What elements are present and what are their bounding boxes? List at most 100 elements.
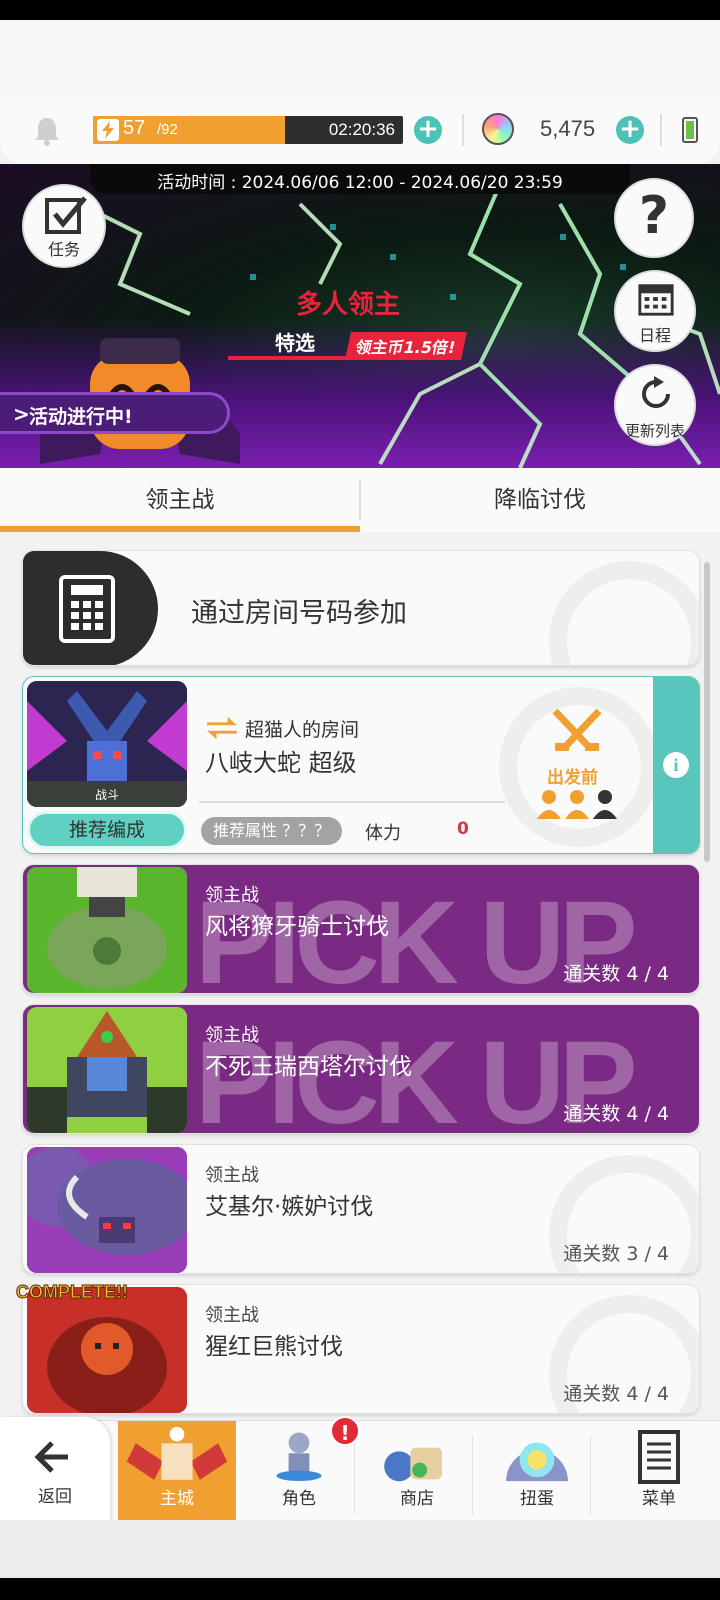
divider [660,114,662,146]
raid-name: 艾基尔·嫉妒讨伐 [205,1194,374,1220]
refresh-icon [642,376,670,408]
raid-thumbnail [27,1287,187,1413]
tab-descent-raid[interactable]: 降临讨伐 [360,468,720,532]
raid-thumbnail [27,1147,187,1273]
recommended-attribute: 推荐属性 ？？？ [201,817,343,845]
event-status-pill[interactable]: > 活动进行中! [0,392,230,434]
raid-thumbnail [27,1007,187,1133]
castle-icon [126,1426,228,1480]
character-icon [276,1432,322,1481]
frog-knight-art [27,867,187,993]
nav-shop[interactable]: 商店 [358,1421,476,1521]
player-slot-icon [593,790,617,819]
crimson-bear-art [27,1287,187,1413]
add-stamina-button[interactable]: + [414,116,442,144]
player-slot-icon [565,790,589,819]
stamina-fill [93,116,286,144]
tasks-button[interactable]: 任务 [22,184,106,268]
emblem-watermark [549,561,699,665]
raid-card[interactable]: 领主战 猩红巨熊讨伐 通关数 4 / 4 [22,1284,700,1414]
screen: 57 /92 02:20:36 + 5,475 + 活动时间: 2024.06… [0,0,720,1600]
nav-label-character: 角色 [282,1489,316,1509]
room-boss-name: 八岐大蛇 超级 [205,749,357,777]
menu-list-icon [638,1430,680,1484]
raid-kind: 领主战 [205,1165,259,1186]
crossed-swords-icon [552,708,602,751]
lightning-icon [97,119,119,141]
raid-clear-count: 通关数 4 / 4 [563,963,669,985]
add-gems-button[interactable]: + [616,116,644,144]
complete-stamp: COMPLETE!! [16,1282,129,1303]
back-button[interactable]: 返回 [0,1417,110,1521]
help-button[interactable]: ? [614,178,694,258]
swap-arrows-icon [207,716,237,740]
stamina-cost-value: 0 [457,819,469,839]
calculator-icon-bg [23,551,158,665]
stamina-current: 57 [123,117,146,139]
gacha-icon [506,1442,568,1482]
raid-list[interactable]: 通过房间号码参加 战斗 推荐编成 超猫人的房间 八岐大蛇 超级 推荐属性 ？？？… [0,532,720,1420]
recommended-team-button[interactable]: 推荐编成 [27,811,187,849]
bell-icon[interactable] [30,114,64,148]
chevron-right-icon: > [13,402,30,426]
join-by-room-code-card[interactable]: 通过房间号码参加 [22,550,700,666]
banner-title: 多人领主 [296,290,401,320]
envy-beast-art [27,1147,187,1273]
tab-bar: 领主战 降临讨伐 [0,468,720,532]
boss-thumbnail: 战斗 [27,681,187,807]
shop-bag-icon [384,1447,443,1482]
player-slots [537,789,617,819]
nav-gacha[interactable]: 扭蛋 [478,1421,596,1521]
question-icon: ? [638,186,670,246]
raid-card[interactable]: PICK UP 领主战 不死王瑞西塔尔讨伐 通关数 4 / 4 [22,1004,700,1134]
stamina-cost-label: 体力 [365,823,401,844]
event-status-text: 活动进行中! [29,406,133,428]
nav-menu[interactable]: 菜单 [600,1421,718,1521]
room-divider [199,801,505,803]
room-code-label: 通过房间号码参加 [191,598,407,629]
schedule-button[interactable]: 日程 [614,270,696,352]
room-state: 出发前 [547,768,598,788]
raid-thumbnail [27,867,187,993]
raid-name: 猩红巨熊讨伐 [205,1334,343,1360]
nav-label-menu: 菜单 [642,1489,676,1509]
nav-label-gacha: 扭蛋 [520,1489,554,1509]
event-time-bar: 活动时间 : 2024.06/06 12:00 - 2024.06/20 23:… [90,164,630,194]
raid-kind: 领主战 [205,1305,259,1326]
raid-name: 不死王瑞西塔尔讨伐 [205,1054,412,1080]
event-banner[interactable]: 活动时间 : 2024.06/06 12:00 - 2024.06/20 23:… [0,164,720,468]
room-card[interactable]: 战斗 推荐编成 超猫人的房间 八岐大蛇 超级 推荐属性 ？？？ 体力 0 出发前… [22,676,700,854]
raid-clear-count: 通关数 3 / 4 [563,1243,669,1265]
scrollbar[interactable] [704,562,710,862]
raid-clear-count: 通关数 4 / 4 [563,1103,669,1125]
room-host: 超猫人的房间 [245,719,360,741]
event-time: 活动时间 : 2024.06/06 12:00 - 2024.06/20 23:… [157,173,563,193]
stamina-timer: 02:20:36 [328,120,395,139]
divider [462,114,464,146]
status-bar: 57 /92 02:20:36 + 5,475 + [0,98,720,164]
bottom-spacer [0,1520,720,1578]
nav-label-home: 主城 [160,1489,194,1509]
thumbnail-caption: 战斗 [94,788,119,802]
calendar-icon [638,284,674,316]
banner-underline [228,356,358,360]
raid-name: 风将獠牙骑士讨伐 [205,914,389,940]
bottom-nav: 返回 主城 角色 商店 扭蛋 菜单 [0,1417,720,1521]
room-info-tab[interactable]: i [653,677,699,853]
raid-card[interactable]: PICK UP 领主战 风将獠牙骑士讨伐 通关数 4 / 4 [22,864,700,994]
raid-card[interactable]: 领主战 艾基尔·嫉妒讨伐 通关数 3 / 4 [22,1144,700,1274]
system-top-bar [0,0,720,20]
calculator-icon [59,575,115,643]
player-slot-icon [537,790,561,819]
stamina-max: /92 [157,121,178,138]
back-arrow-icon [34,1441,68,1473]
checkbox-icon [45,196,87,234]
nav-home[interactable]: 主城 [118,1421,236,1521]
tasks-label: 任务 [47,240,80,259]
bonus-tag: 领主币1.5倍! [345,332,467,360]
refresh-list-button[interactable]: 更新列表 [614,364,696,446]
tab-lord-battle[interactable]: 领主战 [0,468,360,532]
banner-subtitle: 特选 [275,331,315,355]
gem-count: 5,475 [540,116,596,141]
raid-kind: 领主战 [205,885,259,906]
